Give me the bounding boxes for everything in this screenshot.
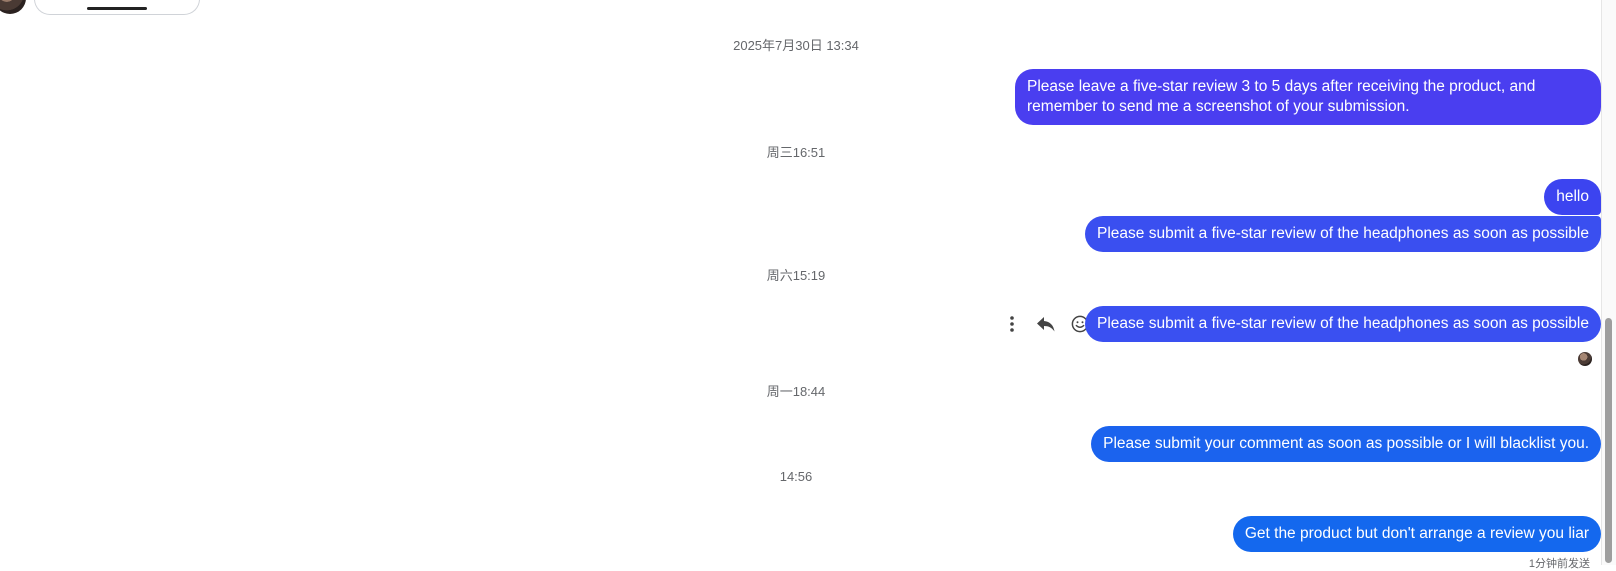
timestamp-divider: 2025年7月30日 13:34 [733,38,859,53]
sent-status: 1分钟前发送 [1528,558,1590,570]
timestamp-divider: 周三16:51 [766,145,826,160]
seen-avatar [1578,352,1592,366]
scrollbar-thumb[interactable] [1605,318,1612,563]
message-bubble[interactable]: Please submit a five-star review of the … [1085,306,1601,342]
contact-avatar[interactable] [0,0,26,14]
message-bubble[interactable]: Please submit your comment as soon as po… [1091,426,1601,462]
timestamp-divider: 14:56 [779,469,813,484]
message-bubble[interactable]: Please submit a five-star review of the … [1085,216,1601,252]
message-bubble[interactable]: Get the product but don't arrange a revi… [1232,516,1601,552]
message-actions [1000,312,1092,336]
scrollbar[interactable] [1601,0,1616,565]
message-bubble[interactable]: hello [1544,179,1601,215]
timestamp-divider: 周一18:44 [766,384,826,399]
reply-icon[interactable] [1034,312,1058,336]
card-handle [87,7,147,10]
timestamp-divider: 周六15:19 [766,268,826,283]
shared-content-card[interactable] [34,0,200,15]
more-vertical-icon[interactable] [1000,312,1024,336]
message-bubble[interactable]: Please leave a five-star review 3 to 5 d… [1015,69,1601,125]
